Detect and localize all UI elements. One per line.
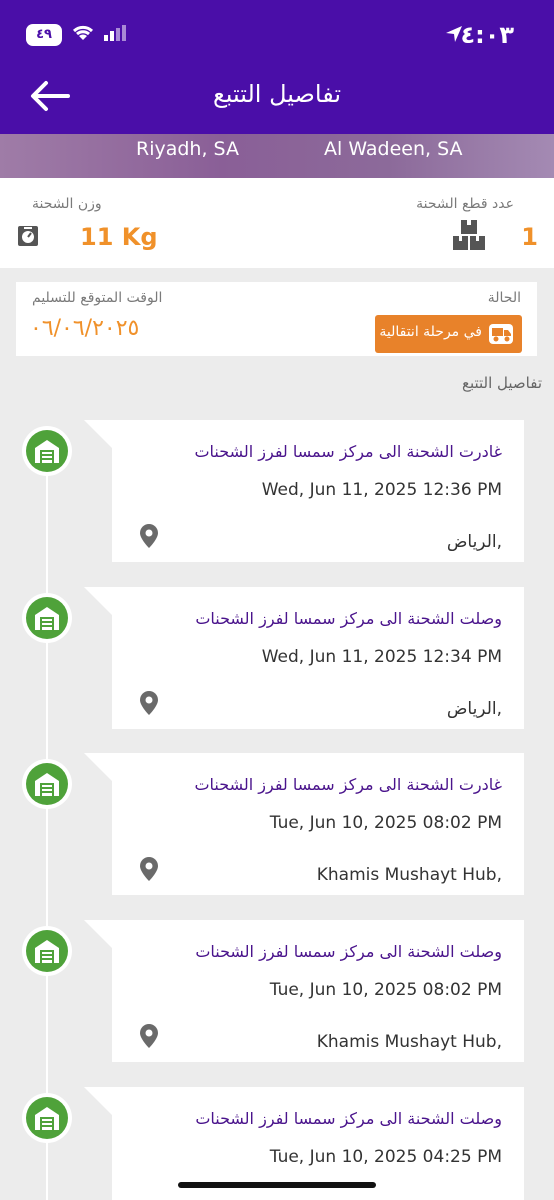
location-pin-icon: [140, 857, 158, 881]
status-label: الحالة: [487, 290, 521, 306]
timeline-card: غادرت الشحنة الى مركز سمسا لفرز الشحنات …: [112, 420, 524, 562]
pieces-value: 1: [521, 223, 538, 251]
event-location: Khamis Mushayt Hub,: [316, 865, 502, 885]
signal-icon: [104, 25, 126, 41]
event-title: وصلت الشحنة الى مركز سمسا لفرز الشحنات: [195, 609, 502, 628]
route-origin: Riyadh, SA: [136, 138, 239, 160]
event-location: الرياض,: [446, 532, 502, 552]
timeline-item: غادرت الشحنة الى مركز سمسا لفرز الشحنات …: [0, 753, 554, 903]
page-title: تفاصيل التتبع: [212, 80, 342, 108]
status-badge: في مرحلة انتقالية: [375, 315, 522, 353]
location-pin-icon: [140, 524, 158, 548]
timeline-card: غادرت الشحنة الى مركز سمسا لفرز الشحنات …: [112, 753, 524, 895]
event-date: Tue, Jun 10, 2025 08:02 PM: [269, 813, 502, 833]
warehouse-icon: [35, 607, 59, 630]
route-strip: Riyadh, SA Al Wadeen, SA: [0, 134, 554, 178]
event-date: Tue, Jun 10, 2025 08:02 PM: [269, 980, 502, 1000]
timeline-marker: [22, 759, 72, 809]
location-pin-icon: [140, 1024, 158, 1048]
timeline-marker: [22, 1093, 72, 1143]
warehouse-icon: [35, 1107, 59, 1130]
warehouse-icon: [35, 940, 59, 963]
pieces-label: عدد قطع الشحنة: [416, 196, 514, 212]
status-bar: ٤٩ ٤:٠٣: [0, 18, 554, 52]
timeline-marker: [22, 593, 72, 643]
app-header: ٤٩ ٤:٠٣ تفاصيل التتبع: [0, 0, 554, 134]
scale-icon: [18, 226, 38, 246]
boxes-icon: [453, 220, 485, 250]
tracking-section-title: تفاصيل التتبع: [461, 374, 542, 392]
timeline-card: وصلت الشحنة الى مركز سمسا لفرز الشحنات W…: [112, 587, 524, 729]
wifi-icon: [72, 25, 94, 40]
event-title: غادرت الشحنة الى مركز سمسا لفرز الشحنات: [194, 442, 502, 461]
home-indicator[interactable]: [178, 1182, 376, 1188]
event-title: غادرت الشحنة الى مركز سمسا لفرز الشحنات: [194, 775, 502, 794]
warehouse-icon: [35, 440, 59, 463]
timeline-marker: [22, 926, 72, 976]
timeline-item: وصلت الشحنة الى مركز سمسا لفرز الشحنات T…: [0, 920, 554, 1070]
event-title: وصلت الشحنة الى مركز سمسا لفرز الشحنات: [195, 1109, 502, 1128]
status-card: الوقت المتوقع للتسليم ٠٦/٠٦/٢٠٢٥ الحالة …: [16, 282, 537, 356]
warehouse-icon: [35, 773, 59, 796]
eta-label: الوقت المتوقع للتسليم: [32, 290, 163, 306]
event-date: Tue, Jun 10, 2025 04:25 PM: [269, 1147, 502, 1167]
shipment-info: وزن الشحنة 11 Kg عدد قطع الشحنة 1: [0, 178, 554, 268]
status-time: ٤:٠٣: [460, 21, 514, 49]
location-pin-icon: [140, 691, 158, 715]
timeline-marker: [22, 426, 72, 476]
event-location: الرياض,: [446, 699, 502, 719]
eta-value: ٠٦/٠٦/٢٠٢٥: [30, 316, 140, 341]
event-date: Wed, Jun 11, 2025 12:36 PM: [261, 480, 502, 500]
event-date: Wed, Jun 11, 2025 12:34 PM: [261, 647, 502, 667]
timeline-item: غادرت الشحنة الى مركز سمسا لفرز الشحنات …: [0, 420, 554, 570]
event-title: وصلت الشحنة الى مركز سمسا لفرز الشحنات: [195, 942, 502, 961]
battery-indicator: ٤٩: [26, 24, 62, 46]
weight-label: وزن الشحنة: [32, 196, 102, 212]
truck-icon: [489, 324, 513, 344]
timeline-card: وصلت الشحنة الى مركز سمسا لفرز الشحنات T…: [112, 920, 524, 1062]
weight-value: 11 Kg: [80, 223, 158, 251]
timeline-item: وصلت الشحنة الى مركز سمسا لفرز الشحنات W…: [0, 587, 554, 737]
event-location: Khamis Mushayt Hub,: [316, 1032, 502, 1052]
route-destination: Al Wadeen, SA: [324, 138, 463, 160]
status-badge-label: في مرحلة انتقالية: [379, 324, 482, 340]
